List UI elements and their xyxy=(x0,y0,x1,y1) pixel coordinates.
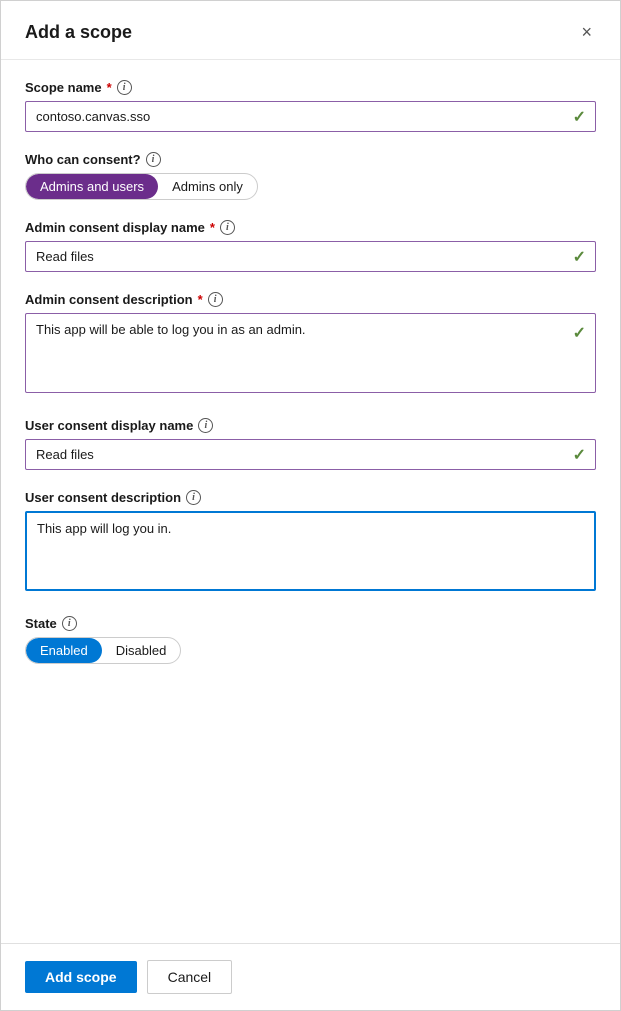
user-consent-display-name-input[interactable] xyxy=(25,439,596,470)
who-can-consent-label: Who can consent? i xyxy=(25,152,596,167)
user-consent-display-name-label: User consent display name i xyxy=(25,418,596,433)
user-consent-description-group: User consent description i This app will… xyxy=(25,490,596,596)
admin-consent-display-info-icon[interactable]: i xyxy=(220,220,235,235)
scope-name-input[interactable] xyxy=(25,101,596,132)
state-group: State i Enabled Disabled xyxy=(25,616,596,664)
dialog-body: Scope name * i ✓ Who can consent? i Admi… xyxy=(1,60,620,943)
admin-consent-description-group: Admin consent description * i This app w… xyxy=(25,292,596,398)
user-consent-description-textarea[interactable]: This app will log you in. xyxy=(25,511,596,591)
admin-consent-display-name-check-icon: ✓ xyxy=(573,247,586,267)
user-consent-desc-info-icon[interactable]: i xyxy=(186,490,201,505)
state-toggle-enabled[interactable]: Enabled xyxy=(26,638,102,663)
required-star: * xyxy=(107,80,112,95)
user-consent-description-label: User consent description i xyxy=(25,490,596,505)
cancel-button[interactable]: Cancel xyxy=(147,960,233,994)
user-consent-display-name-group: User consent display name i ✓ xyxy=(25,418,596,470)
admin-consent-desc-info-icon[interactable]: i xyxy=(208,292,223,307)
close-button[interactable]: × xyxy=(577,19,596,45)
required-star-3: * xyxy=(198,292,203,307)
dialog-footer: Add scope Cancel xyxy=(1,943,620,1010)
add-scope-dialog: Add a scope × Scope name * i ✓ Who can c… xyxy=(0,0,621,1011)
admin-consent-display-name-input[interactable] xyxy=(25,241,596,272)
who-can-consent-info-icon[interactable]: i xyxy=(146,152,161,167)
user-consent-display-name-check-icon: ✓ xyxy=(573,445,586,465)
dialog-header: Add a scope × xyxy=(1,1,620,60)
state-info-icon[interactable]: i xyxy=(62,616,77,631)
scope-name-check-icon: ✓ xyxy=(573,107,586,127)
admin-consent-display-name-label: Admin consent display name * i xyxy=(25,220,596,235)
state-toggle-disabled[interactable]: Disabled xyxy=(102,638,181,663)
state-label: State i xyxy=(25,616,596,631)
user-consent-display-name-input-wrapper: ✓ xyxy=(25,439,596,470)
admin-consent-display-name-group: Admin consent display name * i ✓ xyxy=(25,220,596,272)
scope-name-label: Scope name * i xyxy=(25,80,596,95)
admin-consent-description-textarea-wrapper: This app will be able to log you in as a… xyxy=(25,313,596,398)
admin-consent-display-name-input-wrapper: ✓ xyxy=(25,241,596,272)
admin-consent-description-label: Admin consent description * i xyxy=(25,292,596,307)
required-star-2: * xyxy=(210,220,215,235)
dialog-title: Add a scope xyxy=(25,22,132,43)
consent-toggle-admins-only[interactable]: Admins only xyxy=(158,174,257,199)
scope-name-input-wrapper: ✓ xyxy=(25,101,596,132)
user-consent-description-textarea-wrapper: This app will log you in. xyxy=(25,511,596,596)
scope-name-info-icon[interactable]: i xyxy=(117,80,132,95)
consent-toggle-group: Admins and users Admins only xyxy=(25,173,258,200)
admin-consent-description-textarea[interactable]: This app will be able to log you in as a… xyxy=(25,313,596,393)
state-toggle-group: Enabled Disabled xyxy=(25,637,181,664)
scope-name-group: Scope name * i ✓ xyxy=(25,80,596,132)
who-can-consent-group: Who can consent? i Admins and users Admi… xyxy=(25,152,596,200)
consent-toggle-admins-and-users[interactable]: Admins and users xyxy=(26,174,158,199)
add-scope-button[interactable]: Add scope xyxy=(25,961,137,993)
user-consent-display-info-icon[interactable]: i xyxy=(198,418,213,433)
admin-consent-desc-check-icon: ✓ xyxy=(573,323,586,343)
